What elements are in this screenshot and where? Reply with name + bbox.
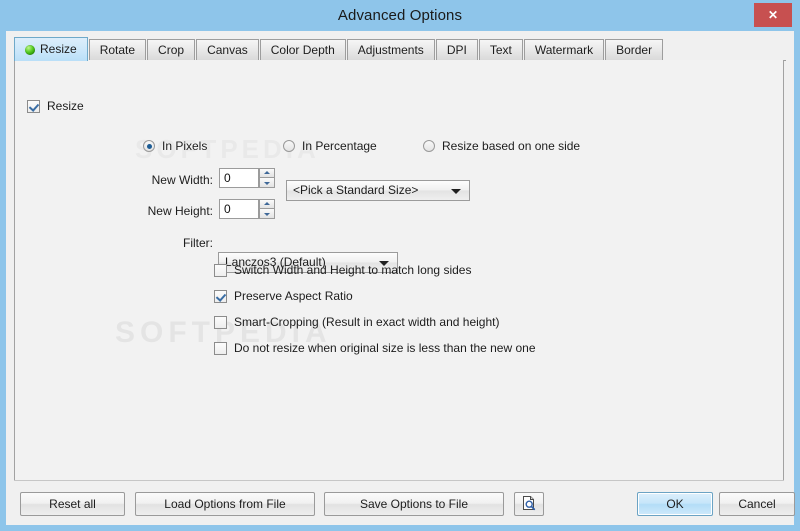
new-width-stepper-down[interactable] xyxy=(259,178,275,188)
radio-circle xyxy=(423,140,435,152)
new-width-input[interactable] xyxy=(219,168,259,188)
new-height-input[interactable] xyxy=(219,199,259,219)
filter-label: Filter: xyxy=(183,236,213,250)
resize-enable-label: Resize xyxy=(47,99,84,113)
tab-label: Rotate xyxy=(99,43,136,57)
tab-label: Color Depth xyxy=(270,43,335,57)
option-smart-cropping-checkbox[interactable]: Smart-Cropping (Result in exact width an… xyxy=(214,315,499,329)
tab-watermark[interactable]: Watermark xyxy=(523,39,605,61)
tab-label: Text xyxy=(489,43,512,57)
checkbox-box xyxy=(27,99,40,113)
save-options-button[interactable]: Save Options to File xyxy=(324,492,504,516)
radio-in-pixels[interactable]: In Pixels xyxy=(143,139,207,153)
option-preserve-aspect-ratio-checkbox[interactable]: Preserve Aspect Ratio xyxy=(214,289,353,303)
tab-label: DPI xyxy=(446,43,467,57)
new-height-stepper[interactable] xyxy=(259,199,275,219)
resize-enable-checkbox[interactable]: Resize xyxy=(27,99,84,113)
tab-strip: Resize Rotate Crop Canvas Color Depth Adjustm… xyxy=(14,37,786,61)
checkbox-box xyxy=(214,315,227,329)
tab-dpi[interactable]: DPI xyxy=(435,39,478,61)
option-do-not-resize-checkbox[interactable]: Do not resize when original size is less… xyxy=(214,341,536,355)
tab-label: Canvas xyxy=(207,43,248,57)
load-options-button[interactable]: Load Options from File xyxy=(135,492,315,516)
dialog-client-area: Resize Rotate Crop Canvas Color Depth Adjustm… xyxy=(6,31,795,525)
tab-label: Resize xyxy=(40,42,77,56)
checkbox-box xyxy=(214,263,227,277)
tab-label: Adjustments xyxy=(357,43,424,57)
footer-bar: Reset all Load Options from File Save Op… xyxy=(6,481,795,525)
chevron-down-icon xyxy=(451,188,461,194)
new-width-stepper-up[interactable] xyxy=(259,168,275,178)
close-icon[interactable]: ✕ xyxy=(754,3,792,27)
advanced-options-dialog: Advanced Options ✕ Resize Rotate Crop Canva… xyxy=(0,0,800,531)
new-width-stepper[interactable] xyxy=(259,168,275,188)
option-label: Do not resize when original size is less… xyxy=(234,341,536,355)
radio-circle xyxy=(143,140,155,152)
radio-in-pixels-label: In Pixels xyxy=(162,139,208,153)
tab-label: Border xyxy=(616,43,653,57)
new-height-stepper-down[interactable] xyxy=(259,209,275,219)
tab-rotate[interactable]: Rotate xyxy=(88,39,147,61)
radio-resize-one-side-label: Resize based on one side xyxy=(442,139,581,153)
tab-list: Resize Rotate Crop Canvas Color Depth Adjustm… xyxy=(14,37,664,61)
reset-all-button[interactable]: Reset all xyxy=(20,492,125,516)
option-label: Switch Width and Height to match long si… xyxy=(234,263,472,277)
new-height-stepper-up[interactable] xyxy=(259,199,275,209)
new-width-label: New Width: xyxy=(151,173,213,187)
active-tab-indicator-icon xyxy=(25,44,35,55)
radio-in-percentage-label: In Percentage xyxy=(302,139,377,153)
tab-border[interactable]: Border xyxy=(605,39,664,61)
option-label: Preserve Aspect Ratio xyxy=(234,289,353,303)
tab-color-depth[interactable]: Color Depth xyxy=(259,39,346,61)
tab-text[interactable]: Text xyxy=(478,39,523,61)
tab-label: Watermark xyxy=(534,43,594,57)
standard-size-value: <Pick a Standard Size> xyxy=(293,183,419,197)
tab-label: Crop xyxy=(158,43,185,57)
radio-in-percentage[interactable]: In Percentage xyxy=(283,139,377,153)
radio-resize-one-side[interactable]: Resize based on one side xyxy=(423,139,580,153)
checkbox-box xyxy=(214,341,227,355)
cancel-button[interactable]: Cancel xyxy=(719,492,795,516)
preview-button[interactable] xyxy=(514,492,544,516)
option-label: Smart-Cropping (Result in exact width an… xyxy=(234,315,500,329)
resize-tab-page: SOFTPEDIA SOFTPEDIA Resize In Pixels In … xyxy=(14,60,784,512)
standard-size-dropdown[interactable]: <Pick a Standard Size> xyxy=(286,180,470,201)
checkbox-box xyxy=(214,289,227,303)
title-bar: Advanced Options ✕ xyxy=(0,0,800,31)
tab-adjustments[interactable]: Adjustments xyxy=(346,39,435,61)
radio-circle xyxy=(283,140,295,152)
tab-crop[interactable]: Crop xyxy=(147,39,196,61)
new-height-label: New Height: xyxy=(147,204,213,218)
tab-resize[interactable]: Resize xyxy=(14,37,88,61)
preview-document-icon xyxy=(521,495,537,511)
window-title: Advanced Options xyxy=(337,7,463,24)
tab-canvas[interactable]: Canvas xyxy=(196,39,259,61)
ok-button[interactable]: OK xyxy=(637,492,713,516)
option-switch-width-height-checkbox[interactable]: Switch Width and Height to match long si… xyxy=(214,263,471,277)
